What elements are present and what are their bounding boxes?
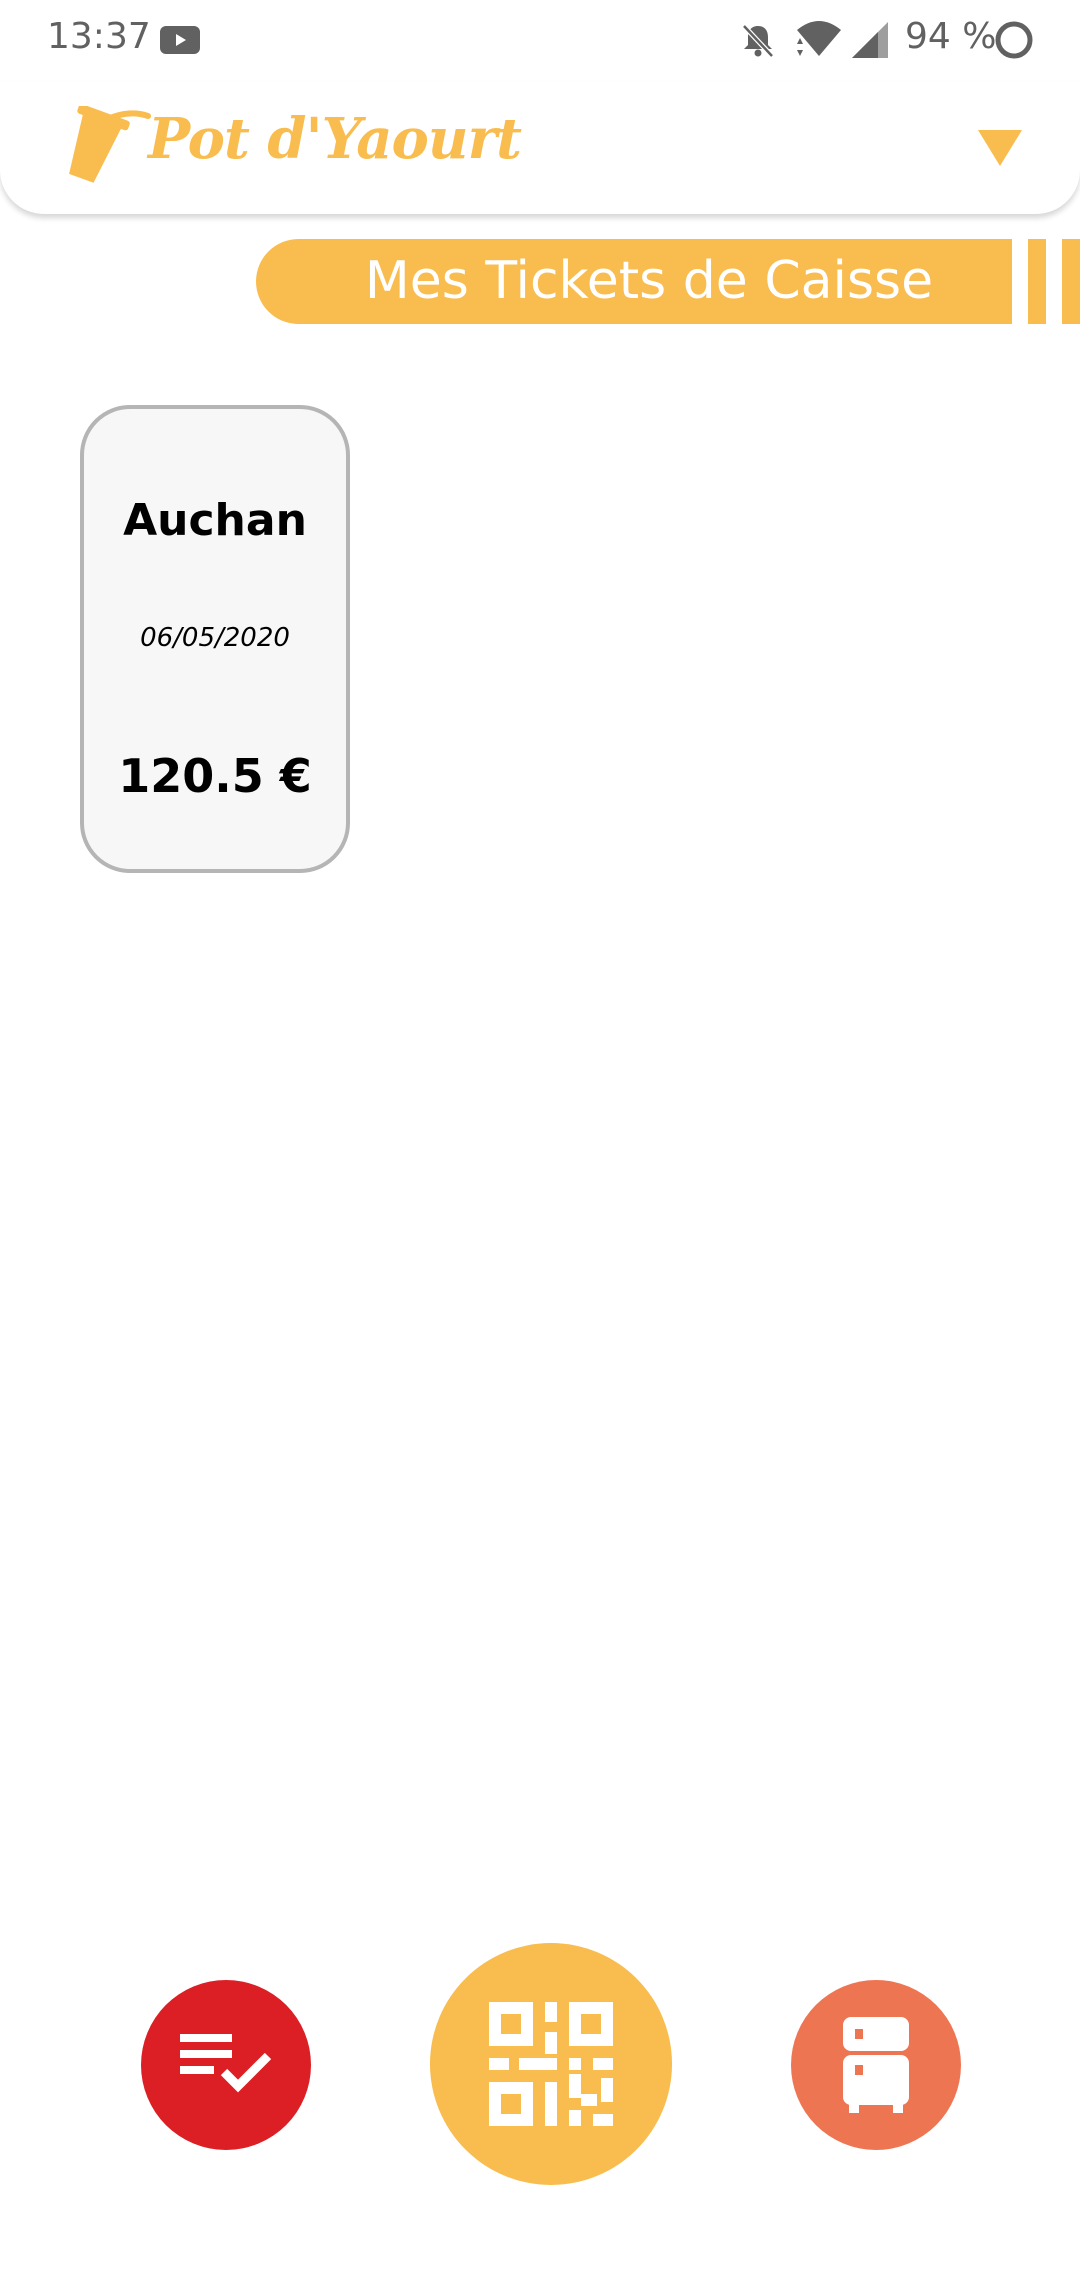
battery-level: 94 %: [905, 16, 997, 57]
ticket-date: 06/05/2020: [140, 623, 290, 653]
ticket-card[interactable]: Auchan 06/05/2020 120.5 €: [80, 405, 350, 873]
ticket-store-name: Auchan: [123, 495, 307, 546]
status-time: 13:37: [47, 16, 151, 57]
wifi-icon: [797, 21, 841, 56]
bell-off-icon: [742, 24, 774, 58]
checklist-icon: [180, 2034, 272, 2093]
youtube-icon: [160, 26, 200, 54]
app-title: Pot d'Yaourt: [148, 106, 522, 172]
battery-ring-icon: [995, 21, 1033, 59]
scan-qr-button[interactable]: [430, 1943, 672, 2185]
section-banner: Mes Tickets de Caisse: [256, 239, 1012, 324]
banner-stripe: [1028, 239, 1046, 324]
triangle-down-icon[interactable]: [976, 126, 1024, 170]
qr-code-icon: [489, 2002, 613, 2126]
ticket-amount: 120.5 €: [118, 749, 312, 803]
section-title: Mes Tickets de Caisse: [364, 251, 934, 311]
fridge-icon: [843, 2017, 909, 2113]
yogurt-cup-icon: [69, 106, 151, 183]
fridge-button[interactable]: [791, 1980, 961, 2150]
status-bar: 13:37 94 %: [0, 0, 1080, 80]
signal-icon: [852, 22, 888, 58]
shopping-list-button[interactable]: [141, 1980, 311, 2150]
app-header: Pot d'Yaourt: [0, 82, 1080, 214]
banner-stripe: [1062, 239, 1080, 324]
